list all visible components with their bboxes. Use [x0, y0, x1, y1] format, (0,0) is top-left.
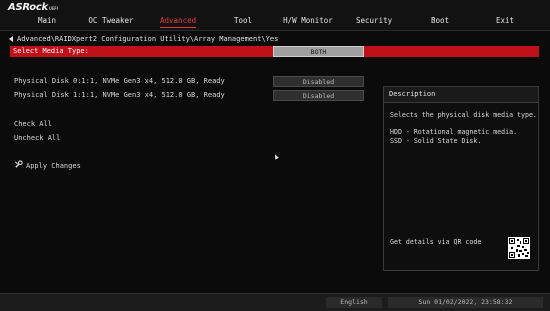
- apply-changes-button[interactable]: Apply Changes: [14, 160, 81, 170]
- description-ssd: SSD - Solid State Disk.: [390, 137, 482, 145]
- uncheck-all-button[interactable]: Uncheck All: [14, 133, 60, 143]
- qr-code-icon: [508, 237, 530, 259]
- tab-exit[interactable]: Exit: [495, 15, 515, 27]
- description-title: Description: [384, 87, 538, 103]
- date-time: Sun 01/02/2022, 23:58:32: [388, 297, 543, 308]
- qr-caption: Get details via QR code: [390, 238, 482, 246]
- mouse-cursor-icon: [273, 153, 279, 160]
- physical-disk-1-state-button[interactable]: Disabled: [273, 90, 364, 101]
- tab-boot[interactable]: Boot: [429, 15, 451, 27]
- check-all-button[interactable]: Check All: [14, 119, 52, 129]
- physical-disk-0-label[interactable]: Physical Disk 0:1:1, NVMe Gen3 x4, 512.0…: [14, 76, 225, 86]
- description-hdd: HDD - Rotational magnetic media.: [390, 128, 518, 136]
- tab-advanced[interactable]: Advanced: [160, 15, 196, 28]
- header-divider: [0, 30, 550, 31]
- asrock-logo: ASRockUEFI: [8, 2, 58, 13]
- wrench-icon: [14, 160, 23, 172]
- main-menu: Main OC Tweaker Advanced Tool H/W Monito…: [0, 15, 550, 29]
- tab-hw-monitor[interactable]: H/W Monitor: [283, 15, 333, 27]
- description-panel: Description Selects the physical disk me…: [383, 86, 539, 271]
- back-arrow-icon[interactable]: [9, 36, 13, 42]
- select-media-type-label: Select Media Type:: [13, 47, 89, 55]
- media-type-value-button[interactable]: BOTH: [273, 46, 364, 57]
- physical-disk-0-state-button[interactable]: Disabled: [273, 76, 364, 87]
- breadcrumb-path: Advanced\RAIDXpert2 Configuration Utilit…: [17, 35, 279, 43]
- apply-changes-label: Apply Changes: [26, 162, 81, 170]
- tab-oc-tweaker[interactable]: OC Tweaker: [88, 15, 134, 27]
- description-text: Selects the physical disk media type.: [390, 111, 537, 119]
- language-selector[interactable]: English: [326, 297, 382, 308]
- breadcrumb: Advanced\RAIDXpert2 Configuration Utilit…: [9, 34, 278, 44]
- physical-disk-1-label[interactable]: Physical Disk 1:1:1, NVMe Gen3 x4, 512.0…: [14, 90, 225, 100]
- top-bar: ASRockUEFI Main OC Tweaker Advanced Tool…: [0, 0, 550, 30]
- bottom-bar: English Sun 01/02/2022, 23:58:32: [0, 293, 550, 311]
- tab-tool[interactable]: Tool: [232, 15, 254, 27]
- tab-security[interactable]: Security: [356, 15, 392, 27]
- tab-main[interactable]: Main: [34, 15, 60, 27]
